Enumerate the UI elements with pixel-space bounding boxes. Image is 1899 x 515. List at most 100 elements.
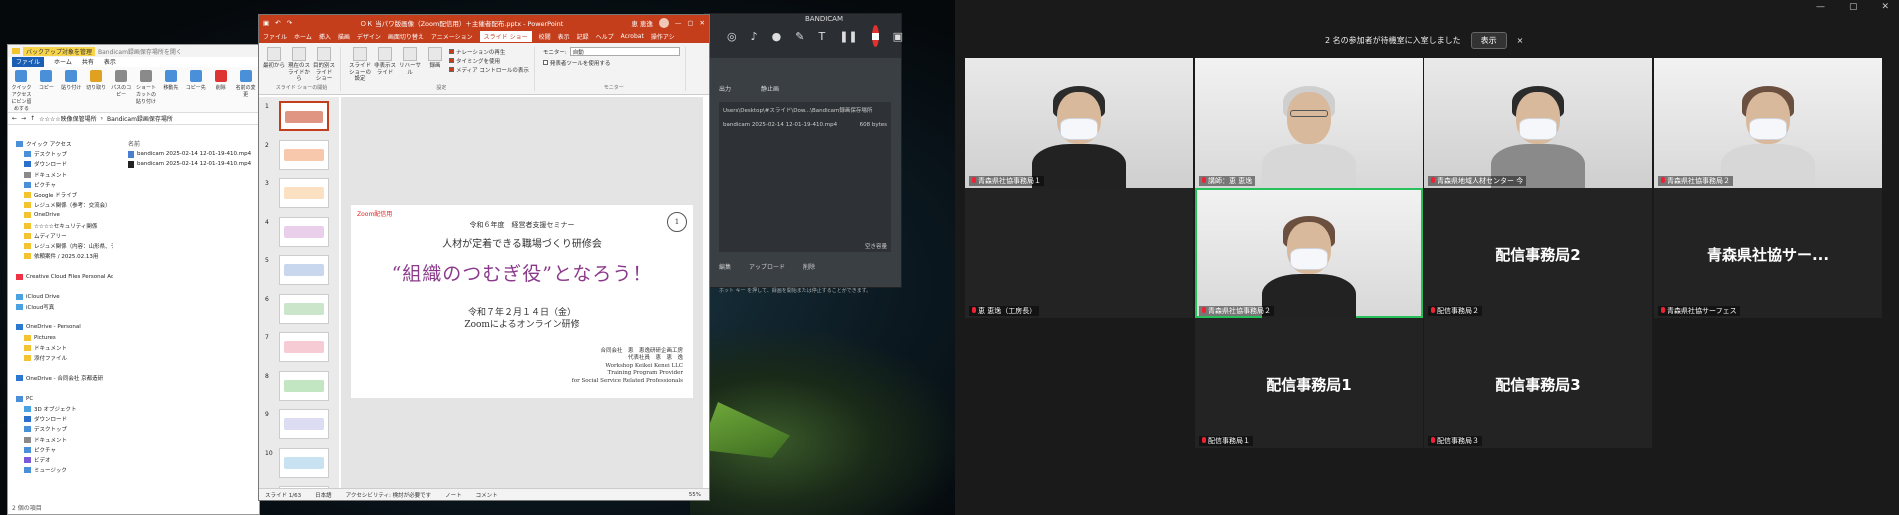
explorer-ribbon-button[interactable]: 切り取り (86, 70, 107, 109)
minimize-icon[interactable]: — (675, 19, 682, 27)
ribbon-button[interactable]: 目的別スライド ショー (313, 47, 335, 83)
nav-item[interactable]: デスクトップ (8, 424, 113, 434)
bandicam-file-row[interactable]: bandicam 2025-02-14 12-01-19-410.mp4 608… (723, 122, 887, 128)
slide-thumbnail[interactable]: 8 (261, 370, 337, 403)
ribbon-button[interactable]: スライド ショーの設定 (349, 47, 371, 83)
status-item[interactable]: スライド 1/63 (265, 491, 301, 499)
redo-icon[interactable]: ↷ (287, 19, 292, 27)
participant-tile[interactable]: 青森県社協事務局１ (965, 58, 1193, 188)
slide-thumbnail[interactable]: 4 (261, 216, 337, 249)
explorer-ribbon-button[interactable]: 名前の変更 (235, 70, 256, 109)
ribbon-button[interactable]: 録画 (424, 47, 446, 70)
participant-tile[interactable]: 配信事務局2 配信事務局２ (1424, 188, 1652, 318)
explorer-ribbon-button[interactable]: ショートカットの貼り付け (136, 70, 157, 109)
edit-button[interactable]: 編集 (719, 262, 731, 271)
explorer-ribbon-button[interactable]: パスのコピー (111, 70, 132, 109)
ribbon-tab[interactable]: 描画 (338, 32, 350, 41)
close-icon[interactable]: ✕ (1881, 2, 1889, 12)
zoom-level[interactable]: 55% (689, 492, 701, 498)
slide-thumbnail[interactable]: 2 (261, 139, 337, 172)
speaker-icon[interactable]: ♪ (751, 30, 758, 43)
nav-item[interactable]: ☆☆☆☆セキュリティ関係 (8, 221, 113, 231)
maximize-icon[interactable]: ▢ (687, 19, 693, 27)
camera-icon[interactable]: ▣ (893, 30, 903, 43)
nav-item[interactable]: 添付ファイル (8, 353, 113, 363)
ribbon-tab[interactable]: ホーム (294, 32, 312, 41)
nav-item[interactable]: OneDrive (8, 210, 113, 220)
up-arrow-icon[interactable]: ↑ (30, 115, 35, 122)
nav-item[interactable]: PC (8, 394, 113, 404)
back-arrow-icon[interactable]: ← (12, 115, 17, 122)
maximize-icon[interactable]: ▢ (1849, 2, 1858, 12)
nav-item[interactable]: ムディアリー (8, 231, 113, 241)
pen-icon[interactable]: ✎ (795, 30, 804, 43)
minimize-icon[interactable]: — (1816, 2, 1825, 12)
participant-tile[interactable]: 青森県社協サー... 青森県社協サーフェス (1654, 188, 1882, 318)
nav-item[interactable]: iCloud Drive (8, 292, 113, 302)
ribbon-tab[interactable]: デザイン (357, 32, 381, 41)
nav-item[interactable]: ドキュメント (8, 170, 113, 180)
nav-item[interactable]: Creative Cloud Files Personal Ac (8, 271, 113, 281)
presenter-view-checkbox[interactable]: 発表者ツールを使用する (542, 58, 610, 67)
undo-icon[interactable]: ↶ (275, 19, 280, 27)
nav-item[interactable]: 依頼案件 / 2025.02.13用 (8, 251, 113, 261)
ribbon-tab[interactable]: 表示 (558, 32, 570, 41)
path-segment-2[interactable]: Bandicam録画保存場所 (107, 114, 173, 123)
nav-item[interactable]: レジュメ関係（内容：山形県、チ (8, 241, 113, 251)
nav-item[interactable]: ピクチャ (8, 180, 113, 190)
participant-tile[interactable]: 講師：恵 恵逸 (1195, 58, 1423, 188)
participant-tile[interactable]: 青森県社協事務局２ (1654, 58, 1882, 188)
stop-record-button[interactable] (871, 25, 879, 47)
ribbon-button[interactable]: 現在のスライドから (288, 47, 310, 83)
ribbon-tab[interactable]: アニメーション (431, 32, 473, 41)
slide-thumbnail[interactable]: 9 (261, 409, 337, 441)
tab-image[interactable]: 静止画 (761, 84, 779, 93)
nav-item[interactable]: Pictures (8, 333, 113, 343)
nav-item[interactable]: デスクトップ (8, 149, 113, 159)
checkbox-box[interactable] (449, 49, 454, 54)
upload-button[interactable]: アップロード (749, 262, 785, 271)
participant-tile[interactable]: 配信事務局3 配信事務局３ (1424, 318, 1652, 448)
ribbon-tab[interactable]: スライド ショー (479, 31, 532, 42)
explorer-ribbon-button[interactable]: コピー (36, 70, 57, 109)
nav-item[interactable]: クイック アクセス (8, 139, 113, 149)
text-icon[interactable]: T (818, 30, 825, 43)
explorer-address-bar[interactable]: ← → ↑ ☆☆☆☆映像保管場所 › Bandicam録画保存場所 (8, 113, 259, 125)
path-segment-1[interactable]: ☆☆☆☆映像保管場所 (39, 114, 97, 123)
ribbon-tab[interactable]: 画面切り替え (388, 32, 424, 41)
explorer-tab[interactable]: 共有 (82, 57, 94, 67)
explorer-ribbon-button[interactable]: コピー先 (185, 70, 206, 109)
slide-thumbnail[interactable]: 1 (261, 101, 337, 133)
participant-tile[interactable]: 青森県社協事務局２ (1195, 188, 1423, 318)
checkbox-box[interactable] (449, 58, 454, 63)
slide-thumbnail[interactable]: 5 (261, 255, 337, 287)
ribbon-tab[interactable]: 校閲 (539, 32, 551, 41)
nav-item[interactable]: OneDrive - Personal (8, 322, 113, 332)
nav-item[interactable]: ダウンロード (8, 414, 113, 424)
ribbon-checkbox[interactable]: タイミングを使用 (449, 56, 529, 65)
nav-item[interactable]: ピクチャ (8, 445, 113, 455)
nav-item[interactable]: ドキュメント (8, 343, 113, 353)
ribbon-tab[interactable]: Acrobat (621, 33, 644, 40)
show-waiting-room-button[interactable]: 表示 (1470, 32, 1507, 49)
nav-item[interactable]: Google ドライブ (8, 190, 113, 200)
explorer-ribbon-button[interactable]: 削除 (210, 70, 231, 109)
ribbon-button[interactable]: 最初から (263, 47, 285, 70)
participant-tile[interactable]: 恵 恵逸（工房長） (965, 188, 1193, 318)
ribbon-tab[interactable]: ヘルプ (596, 32, 614, 41)
explorer-tab[interactable]: ファイル (12, 57, 45, 67)
delete-button[interactable]: 削除 (803, 262, 815, 271)
ribbon-button[interactable]: リハーサル (399, 47, 421, 76)
ribbon-tab[interactable]: 挿入 (319, 32, 331, 41)
status-item[interactable]: アクセシビリティ: 検討が必要です (346, 491, 432, 499)
monitor-select[interactable]: 自動 (569, 47, 680, 56)
status-item[interactable]: コメント (476, 491, 498, 499)
save-icon[interactable]: ▣ (263, 19, 269, 27)
ribbon-checkbox[interactable]: ナレーションの再生 (449, 47, 529, 56)
ribbon-checkbox[interactable]: メディア コントロールの表示 (449, 65, 529, 74)
column-header-name[interactable]: 名前 (128, 139, 258, 149)
ribbon-tab[interactable]: 記録 (577, 32, 589, 41)
current-slide[interactable]: Zoom配信用 1 令和６年度 経営者支援セミナー 人材が定着できる職場づくり研… (351, 205, 693, 398)
explorer-ribbon-button[interactable]: 移動先 (160, 70, 181, 109)
avatar[interactable] (658, 17, 669, 28)
